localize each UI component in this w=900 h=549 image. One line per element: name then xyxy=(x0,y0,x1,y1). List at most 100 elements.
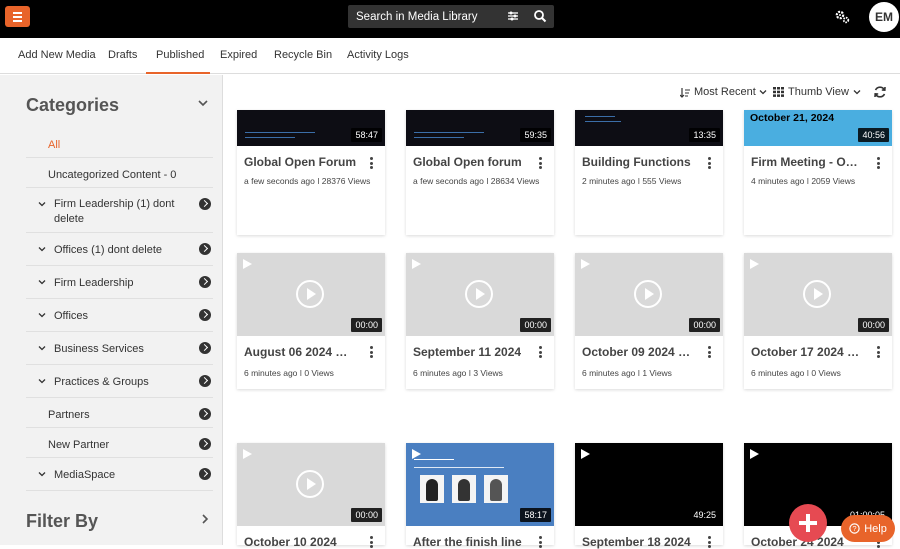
play-circle-icon[interactable] xyxy=(634,280,662,308)
chevron-down-icon[interactable] xyxy=(197,97,209,109)
chevron-down-icon[interactable] xyxy=(38,245,46,253)
play-circle-icon[interactable] xyxy=(296,470,324,498)
media-card[interactable]: 58:17 After the finish line xyxy=(406,443,554,549)
media-thumbnail[interactable]: 58:17 xyxy=(406,443,554,526)
media-thumbnail[interactable]: October 21, 2024 40:56 xyxy=(744,110,892,146)
media-title[interactable]: Global Open forum xyxy=(413,155,525,169)
sidebar-item-label: New Partner xyxy=(48,439,110,451)
tab-recycle-bin[interactable]: Recycle Bin xyxy=(274,49,332,61)
media-thumbnail[interactable]: 00:00 xyxy=(237,253,385,336)
more-options-icon[interactable] xyxy=(539,346,542,358)
sidebar-item-offices[interactable]: Offices xyxy=(26,299,213,332)
duration-badge: 59:35 xyxy=(520,128,551,142)
more-options-icon[interactable] xyxy=(539,536,542,548)
view-dropdown[interactable]: Thumb View xyxy=(773,86,861,98)
sidebar-item-new-partner[interactable]: New Partner xyxy=(26,428,213,458)
media-thumbnail[interactable]: 59:35 xyxy=(406,110,554,146)
more-options-icon[interactable] xyxy=(539,157,542,169)
sidebar-item-all[interactable]: All xyxy=(26,128,213,158)
search-icon[interactable] xyxy=(533,9,547,23)
tab-published[interactable]: Published xyxy=(156,49,204,61)
chevron-down-icon[interactable] xyxy=(38,200,46,208)
chevron-right-icon[interactable] xyxy=(199,438,211,450)
more-options-icon[interactable] xyxy=(370,536,373,548)
sidebar-item-firm-leadership-1[interactable]: Firm Leadership (1) dont delete xyxy=(26,188,213,233)
sidebar-item-practices-groups[interactable]: Practices & Groups xyxy=(26,365,213,398)
media-card[interactable]: 00:00 October 17 2024 Global 6 minutes a… xyxy=(744,253,892,389)
hamburger-menu-icon[interactable] xyxy=(5,6,30,27)
play-circle-icon[interactable] xyxy=(296,280,324,308)
chevron-down-icon[interactable] xyxy=(38,470,46,478)
chevron-right-icon[interactable] xyxy=(199,468,211,480)
chevron-down-icon[interactable] xyxy=(38,377,46,385)
media-title[interactable]: Firm Meeting - October xyxy=(751,155,863,169)
more-options-icon[interactable] xyxy=(708,157,711,169)
chevron-right-icon[interactable] xyxy=(199,375,211,387)
tab-expired[interactable]: Expired xyxy=(220,49,257,61)
media-title[interactable]: September 18 2024 xyxy=(582,535,694,549)
play-circle-icon[interactable] xyxy=(803,280,831,308)
media-card[interactable]: 00:00 August 06 2024 Global 6 minutes ag… xyxy=(237,253,385,389)
help-button[interactable]: ? Help xyxy=(841,515,895,542)
add-media-button[interactable] xyxy=(789,504,827,542)
more-options-icon[interactable] xyxy=(370,346,373,358)
media-card[interactable]: 00:00 October 10 2024 xyxy=(237,443,385,549)
media-card[interactable]: 59:35 Global Open forum a few seconds ag… xyxy=(406,110,554,235)
chevron-down-icon[interactable] xyxy=(38,278,46,286)
media-card[interactable]: 13:35 Building Functions 2 minutes ago ǀ… xyxy=(575,110,723,235)
categories-title: Categories xyxy=(26,95,120,115)
media-thumbnail[interactable]: 00:00 xyxy=(744,253,892,336)
media-card[interactable]: 58:47 Global Open Forum a few seconds ag… xyxy=(237,110,385,235)
media-card[interactable]: 00:00 October 09 2024 Global 6 minutes a… xyxy=(575,253,723,389)
media-title[interactable]: October 09 2024 Global xyxy=(582,345,694,359)
media-thumbnail[interactable]: 00:00 xyxy=(406,253,554,336)
sidebar-item-uncategorized[interactable]: Uncategorized Content - 0 xyxy=(26,158,213,188)
sidebar-item-mediaspace[interactable]: MediaSpace xyxy=(26,458,213,491)
chevron-down-icon[interactable] xyxy=(38,344,46,352)
refresh-icon[interactable] xyxy=(873,85,887,99)
media-card[interactable]: 00:00 September 11 2024 6 minutes ago ǀ … xyxy=(406,253,554,389)
filter-icon[interactable] xyxy=(506,9,520,23)
media-thumbnail[interactable]: 13:35 xyxy=(575,110,723,146)
media-title[interactable]: Building Functions xyxy=(582,155,694,169)
search-input[interactable]: Search in Media Library xyxy=(348,5,554,28)
chevron-right-icon[interactable] xyxy=(199,198,211,210)
media-title[interactable]: After the finish line xyxy=(413,535,525,549)
more-options-icon[interactable] xyxy=(370,157,373,169)
chevron-right-icon[interactable] xyxy=(199,243,211,255)
play-circle-icon[interactable] xyxy=(465,280,493,308)
media-thumbnail[interactable]: 00:00 xyxy=(575,253,723,336)
media-thumbnail[interactable]: 00:00 xyxy=(237,443,385,526)
chevron-right-icon[interactable] xyxy=(199,309,211,321)
chevron-right-icon[interactable] xyxy=(199,408,211,420)
sidebar-item-offices-1[interactable]: Offices (1) dont delete xyxy=(26,233,213,266)
more-options-icon[interactable] xyxy=(708,536,711,548)
media-card[interactable]: 49:25 September 18 2024 xyxy=(575,443,723,549)
media-title[interactable]: October 17 2024 Global xyxy=(751,345,863,359)
more-options-icon[interactable] xyxy=(877,157,880,169)
media-title[interactable]: August 06 2024 Global xyxy=(244,345,356,359)
chevron-right-icon[interactable] xyxy=(199,342,211,354)
sort-dropdown[interactable]: Most Recent xyxy=(680,86,767,98)
media-title[interactable]: Global Open Forum xyxy=(244,155,356,169)
chevron-right-icon[interactable] xyxy=(199,276,211,288)
sidebar-item-label: MediaSpace xyxy=(54,469,116,481)
tab-drafts[interactable]: Drafts xyxy=(108,49,137,61)
chevron-right-icon[interactable] xyxy=(199,513,211,525)
media-thumbnail[interactable]: 49:25 xyxy=(575,443,723,526)
sidebar-item-partners[interactable]: Partners xyxy=(26,398,213,428)
more-options-icon[interactable] xyxy=(877,346,880,358)
sidebar-item-business-services[interactable]: Business Services xyxy=(26,332,213,365)
tab-activity-logs[interactable]: Activity Logs xyxy=(347,49,409,61)
media-title[interactable]: October 10 2024 xyxy=(244,535,356,549)
more-options-icon[interactable] xyxy=(708,346,711,358)
view-label: Thumb View xyxy=(788,86,849,98)
media-card[interactable]: October 21, 2024 40:56 Firm Meeting - Oc… xyxy=(744,110,892,235)
chevron-down-icon[interactable] xyxy=(38,311,46,319)
sidebar-item-firm-leadership[interactable]: Firm Leadership xyxy=(26,266,213,299)
avatar[interactable]: EM xyxy=(869,2,899,32)
media-title[interactable]: September 11 2024 xyxy=(413,345,525,359)
gear-icon[interactable] xyxy=(834,9,850,25)
media-thumbnail[interactable]: 58:47 xyxy=(237,110,385,146)
tab-add-new-media[interactable]: Add New Media xyxy=(18,49,96,61)
